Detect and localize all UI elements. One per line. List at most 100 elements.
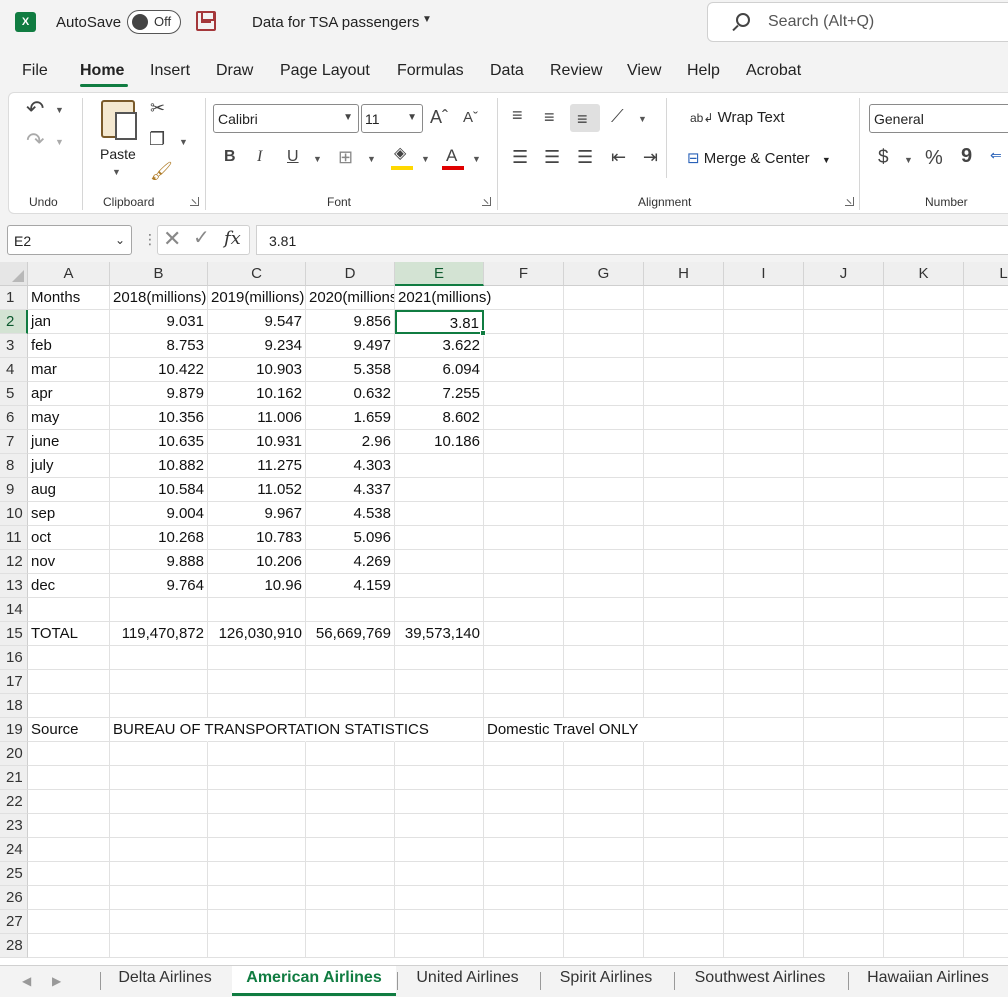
row-header-20[interactable]: 20 bbox=[0, 742, 28, 766]
cell-k5[interactable] bbox=[884, 382, 964, 406]
sheet-tab-delta-airlines[interactable]: Delta Airlines bbox=[100, 966, 230, 996]
cell-f10[interactable] bbox=[484, 502, 564, 526]
cell-f9[interactable] bbox=[484, 478, 564, 502]
tab-insert[interactable]: Insert bbox=[150, 62, 190, 80]
cell-c9[interactable]: 11.052 bbox=[208, 478, 306, 502]
cell-a5[interactable]: apr bbox=[28, 382, 110, 406]
row-header-21[interactable]: 21 bbox=[0, 766, 28, 790]
cell-j12[interactable] bbox=[804, 550, 884, 574]
shrink-font-icon[interactable]: Aˇ bbox=[463, 110, 478, 125]
cell-l4[interactable] bbox=[964, 358, 1008, 382]
cell-k23[interactable] bbox=[884, 814, 964, 838]
cell-e7[interactable]: 10.186 bbox=[395, 430, 484, 454]
cell-g10[interactable] bbox=[564, 502, 644, 526]
cell-b17[interactable] bbox=[110, 670, 208, 694]
cell-c27[interactable] bbox=[208, 910, 306, 934]
cell-l1[interactable] bbox=[964, 286, 1008, 310]
cell-k27[interactable] bbox=[884, 910, 964, 934]
cell-g6[interactable] bbox=[564, 406, 644, 430]
cell-e11[interactable] bbox=[395, 526, 484, 550]
underline-dropdown-icon[interactable]: ▼ bbox=[313, 154, 322, 164]
column-header-j[interactable]: J bbox=[804, 262, 884, 286]
cell-j24[interactable] bbox=[804, 838, 884, 862]
cell-k10[interactable] bbox=[884, 502, 964, 526]
active-cell-e2[interactable]: 3.81 bbox=[395, 310, 484, 334]
cell-a16[interactable] bbox=[28, 646, 110, 670]
cell-d14[interactable] bbox=[306, 598, 395, 622]
cell-k24[interactable] bbox=[884, 838, 964, 862]
bold-button[interactable]: B bbox=[224, 149, 236, 165]
cell-e9[interactable] bbox=[395, 478, 484, 502]
cell-f12[interactable] bbox=[484, 550, 564, 574]
cell-f26[interactable] bbox=[484, 886, 564, 910]
underline-button[interactable]: U bbox=[287, 149, 299, 165]
fill-color-dropdown-icon[interactable]: ▼ bbox=[421, 154, 430, 164]
cell-h18[interactable] bbox=[644, 694, 724, 718]
align-center-icon[interactable]: ☰ bbox=[544, 148, 560, 166]
cell-c28[interactable] bbox=[208, 934, 306, 958]
chevron-down-icon[interactable]: ▼ bbox=[422, 14, 432, 25]
cell-a2[interactable]: jan bbox=[28, 310, 110, 334]
cell-e10[interactable] bbox=[395, 502, 484, 526]
grow-font-icon[interactable]: Aˆ bbox=[430, 108, 448, 126]
undo-icon[interactable]: ↶ bbox=[26, 98, 44, 120]
cell-a21[interactable] bbox=[28, 766, 110, 790]
sheet-tab-hawaiian-airlines[interactable]: Hawaiian Airlines bbox=[848, 966, 1008, 996]
cell-h6[interactable] bbox=[644, 406, 724, 430]
cell-g5[interactable] bbox=[564, 382, 644, 406]
align-middle-icon[interactable]: ≡ bbox=[544, 108, 555, 126]
cell-i7[interactable] bbox=[724, 430, 804, 454]
cell-e26[interactable] bbox=[395, 886, 484, 910]
cell-e4[interactable]: 6.094 bbox=[395, 358, 484, 382]
cell-i24[interactable] bbox=[724, 838, 804, 862]
cell-l19[interactable] bbox=[964, 718, 1008, 742]
cell-l14[interactable] bbox=[964, 598, 1008, 622]
cell-g26[interactable] bbox=[564, 886, 644, 910]
align-top-icon[interactable]: ≡ bbox=[512, 106, 523, 124]
cell-i9[interactable] bbox=[724, 478, 804, 502]
cell-e3[interactable]: 3.622 bbox=[395, 334, 484, 358]
tab-formulas[interactable]: Formulas bbox=[397, 62, 464, 80]
cell-a11[interactable]: oct bbox=[28, 526, 110, 550]
cell-l18[interactable] bbox=[964, 694, 1008, 718]
cell-d21[interactable] bbox=[306, 766, 395, 790]
cell-k19[interactable] bbox=[884, 718, 964, 742]
cell-i11[interactable] bbox=[724, 526, 804, 550]
row-header-14[interactable]: 14 bbox=[0, 598, 28, 622]
cell-f17[interactable] bbox=[484, 670, 564, 694]
cell-b19[interactable]: BUREAU OF TRANSPORTATION STATISTICS bbox=[110, 718, 429, 742]
cell-h10[interactable] bbox=[644, 502, 724, 526]
insert-function-icon[interactable]: fx bbox=[224, 228, 241, 249]
cell-a9[interactable]: aug bbox=[28, 478, 110, 502]
cell-k6[interactable] bbox=[884, 406, 964, 430]
cell-b24[interactable] bbox=[110, 838, 208, 862]
cell-a28[interactable] bbox=[28, 934, 110, 958]
cell-b16[interactable] bbox=[110, 646, 208, 670]
cell-b9[interactable]: 10.584 bbox=[110, 478, 208, 502]
cell-c5[interactable]: 10.162 bbox=[208, 382, 306, 406]
row-header-13[interactable]: 13 bbox=[0, 574, 28, 598]
cell-g9[interactable] bbox=[564, 478, 644, 502]
row-header-2[interactable]: 2 bbox=[0, 310, 28, 334]
cell-c25[interactable] bbox=[208, 862, 306, 886]
cell-j11[interactable] bbox=[804, 526, 884, 550]
cell-g11[interactable] bbox=[564, 526, 644, 550]
cell-f7[interactable] bbox=[484, 430, 564, 454]
cell-j7[interactable] bbox=[804, 430, 884, 454]
cell-c8[interactable]: 11.275 bbox=[208, 454, 306, 478]
redo-icon[interactable]: ↷ bbox=[26, 130, 44, 152]
cell-b12[interactable]: 9.888 bbox=[110, 550, 208, 574]
cell-g15[interactable] bbox=[564, 622, 644, 646]
cell-d1[interactable]: 2020(millions) bbox=[306, 286, 395, 310]
column-header-k[interactable]: K bbox=[884, 262, 964, 286]
cell-h4[interactable] bbox=[644, 358, 724, 382]
paste-dropdown-icon[interactable]: ▼ bbox=[112, 167, 121, 177]
cell-g22[interactable] bbox=[564, 790, 644, 814]
font-launcher-icon[interactable] bbox=[482, 197, 491, 206]
cell-d8[interactable]: 4.303 bbox=[306, 454, 395, 478]
font-color-icon[interactable]: A bbox=[446, 147, 457, 164]
cell-d11[interactable]: 5.096 bbox=[306, 526, 395, 550]
save-icon[interactable] bbox=[196, 11, 216, 31]
row-header-18[interactable]: 18 bbox=[0, 694, 28, 718]
cell-e18[interactable] bbox=[395, 694, 484, 718]
